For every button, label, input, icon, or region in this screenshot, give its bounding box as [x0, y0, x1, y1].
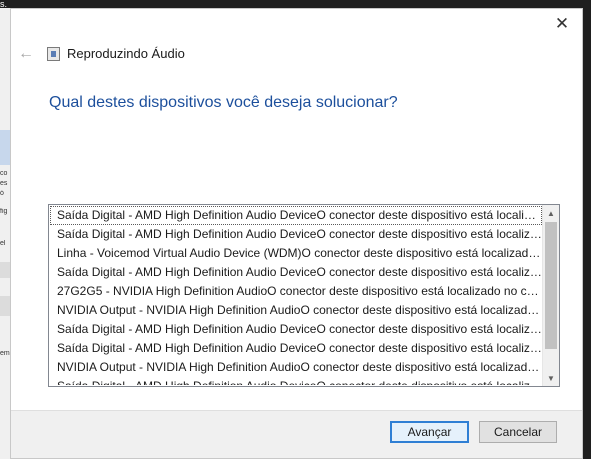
device-list: Saída Digital - AMD High Definition Audi… — [50, 206, 542, 385]
back-button[interactable]: ← — [17, 45, 35, 63]
back-arrow-icon: ← — [18, 45, 34, 62]
background-text-fragment: ó — [0, 190, 4, 197]
background-field — [0, 262, 10, 278]
device-list-item[interactable]: Saída Digital - AMD High Definition Audi… — [50, 206, 542, 225]
chevron-down-icon: ▼ — [547, 373, 555, 383]
close-button[interactable]: ✕ — [542, 9, 582, 39]
device-list-item[interactable]: Saída Digital - AMD High Definition Audi… — [50, 377, 542, 385]
background-text-fragment: co — [0, 170, 8, 177]
device-list-item[interactable]: 27G2G5 - NVIDIA High Definition AudioO c… — [50, 282, 542, 301]
device-list-item[interactable]: Linha - Voicemod Virtual Audio Device (W… — [50, 244, 542, 263]
background-window — [0, 8, 10, 459]
vertical-scrollbar[interactable]: ▲ ▼ — [542, 205, 559, 386]
background-field — [0, 296, 10, 316]
chevron-up-icon: ▲ — [547, 208, 555, 218]
next-button[interactable]: Avançar — [390, 421, 469, 443]
window-title: Reproduzindo Áudio — [67, 46, 185, 61]
cancel-button[interactable]: Cancelar — [479, 421, 557, 443]
scroll-up-button[interactable]: ▲ — [543, 205, 559, 221]
device-list-item[interactable]: NVIDIA Output - NVIDIA High Definition A… — [50, 301, 542, 320]
device-list-item[interactable]: NVIDIA Output - NVIDIA High Definition A… — [50, 358, 542, 377]
dialog-footer: Avançar Cancelar — [11, 410, 582, 458]
device-listbox[interactable]: Saída Digital - AMD High Definition Audi… — [48, 204, 560, 387]
close-icon: ✕ — [554, 14, 570, 33]
background-text-fragment: el — [0, 240, 6, 247]
scrollbar-thumb[interactable] — [545, 222, 557, 349]
device-list-item[interactable]: Saída Digital - AMD High Definition Audi… — [50, 263, 542, 282]
troubleshooter-window: ✕ ← Reproduzindo Áudio Qual destes dispo… — [10, 8, 583, 459]
scroll-down-button[interactable]: ▼ — [543, 370, 559, 386]
page-question: Qual destes dispositivos você deseja sol… — [49, 94, 398, 111]
background-text-fragment: fig — [0, 208, 8, 215]
background-text-fragment: em — [0, 350, 10, 357]
troubleshooter-icon — [47, 47, 60, 61]
device-list-item[interactable]: Saída Digital - AMD High Definition Audi… — [50, 320, 542, 339]
background-text-fragment: es — [0, 180, 8, 187]
background-text-fragment: s. — [0, 0, 8, 8]
device-list-item[interactable]: Saída Digital - AMD High Definition Audi… — [50, 225, 542, 244]
background-selection — [0, 130, 10, 165]
device-list-item[interactable]: Saída Digital - AMD High Definition Audi… — [50, 339, 542, 358]
